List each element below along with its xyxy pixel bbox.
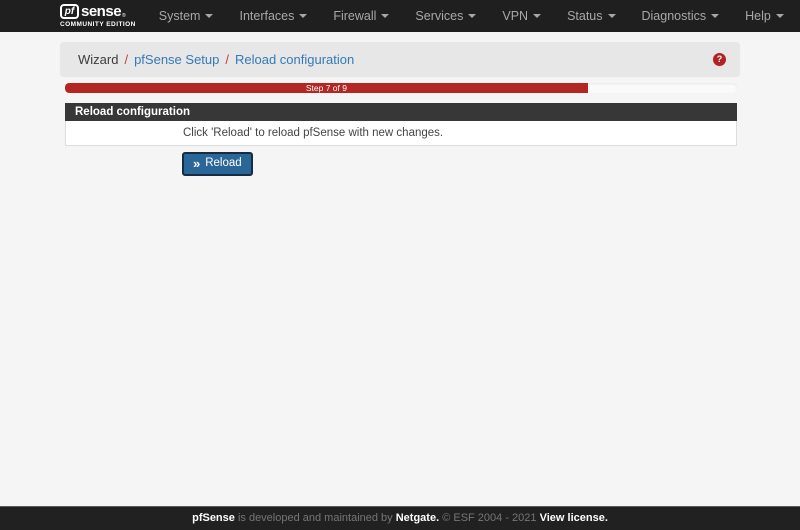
help-icon[interactable]: ? <box>713 52 726 66</box>
brand-sense-text: sense <box>81 3 122 20</box>
breadcrumb-item-wizard: Wizard <box>78 51 119 67</box>
nav-item-label: Help <box>745 9 771 23</box>
nav-item-label: System <box>158 9 201 23</box>
footer-pfsense-text: pfSense <box>192 512 235 524</box>
caret-down-icon <box>607 14 616 18</box>
nav-item-label: Firewall <box>333 9 377 23</box>
top-navbar: pf sense ® COMMUNITY EDITION System Inte… <box>0 0 800 32</box>
footer-copyright-text: © ESF 2004 - 2021 <box>439 512 540 524</box>
caret-down-icon <box>468 14 477 18</box>
caret-down-icon <box>775 14 784 18</box>
brand-edition-text: COMMUNITY EDITION <box>60 21 136 28</box>
pf-logo-icon: pf <box>60 4 79 19</box>
reload-button[interactable]: » Reload <box>182 152 253 176</box>
double-chevron-right-icon: » <box>193 156 201 172</box>
reload-configuration-panel: Reload configuration Click 'Reload' to r… <box>65 103 737 146</box>
footer-text: is developed and maintained by <box>234 512 396 524</box>
nav-item-label: VPN <box>502 9 529 23</box>
nav-item-firewall[interactable]: Firewall <box>320 0 402 32</box>
nav-item-help[interactable]: Help <box>732 0 797 32</box>
nav-item-label: Diagnostics <box>641 9 707 23</box>
registered-mark: ® <box>122 13 126 19</box>
nav-item-vpn[interactable]: VPN <box>489 0 554 32</box>
reload-button-label: Reload <box>205 157 242 169</box>
breadcrumb-item-reload-configuration[interactable]: Reload configuration <box>235 52 354 67</box>
breadcrumb-separator: / <box>124 51 129 67</box>
panel-instruction-text: Click 'Reload' to reload pfSense with ne… <box>183 127 444 139</box>
nav-item-services[interactable]: Services <box>402 0 489 32</box>
nav-item-label: Status <box>567 9 603 23</box>
main-menu: System Interfaces Firewall Services VPN … <box>146 0 797 32</box>
footer-view-license-link[interactable]: View license. <box>540 512 608 524</box>
wizard-progress-label: Step 7 of 9 <box>305 83 347 93</box>
wizard-progress-fill: Step 7 of 9 <box>65 83 588 93</box>
breadcrumb: Wizard / pfSense Setup / Reload configur… <box>60 42 740 76</box>
nav-item-label: Interfaces <box>239 9 295 23</box>
caret-down-icon <box>533 14 542 18</box>
caret-down-icon <box>711 14 720 18</box>
caret-down-icon <box>381 14 390 18</box>
panel-title: Reload configuration <box>75 106 190 118</box>
breadcrumb-separator: / <box>225 51 229 67</box>
nav-item-label: Services <box>415 9 464 23</box>
breadcrumb-item-pfsense-setup[interactable]: pfSense Setup <box>134 52 219 67</box>
nav-item-status[interactable]: Status <box>554 0 628 32</box>
wizard-progress-track: Step 7 of 9 <box>65 83 737 93</box>
panel-header: Reload configuration <box>65 103 737 121</box>
panel-body: Click 'Reload' to reload pfSense with ne… <box>65 121 737 146</box>
nav-item-interfaces[interactable]: Interfaces <box>226 0 320 32</box>
nav-item-diagnostics[interactable]: Diagnostics <box>629 0 733 32</box>
page-footer: pfSense is developed and maintained by N… <box>0 506 800 530</box>
footer-netgate-link[interactable]: Netgate. <box>396 512 439 524</box>
caret-down-icon <box>299 14 308 18</box>
caret-down-icon <box>205 14 214 18</box>
nav-item-system[interactable]: System <box>146 0 227 32</box>
pf-logo-text: pf <box>64 5 75 17</box>
pfsense-logo[interactable]: pf sense ® COMMUNITY EDITION <box>60 4 136 28</box>
